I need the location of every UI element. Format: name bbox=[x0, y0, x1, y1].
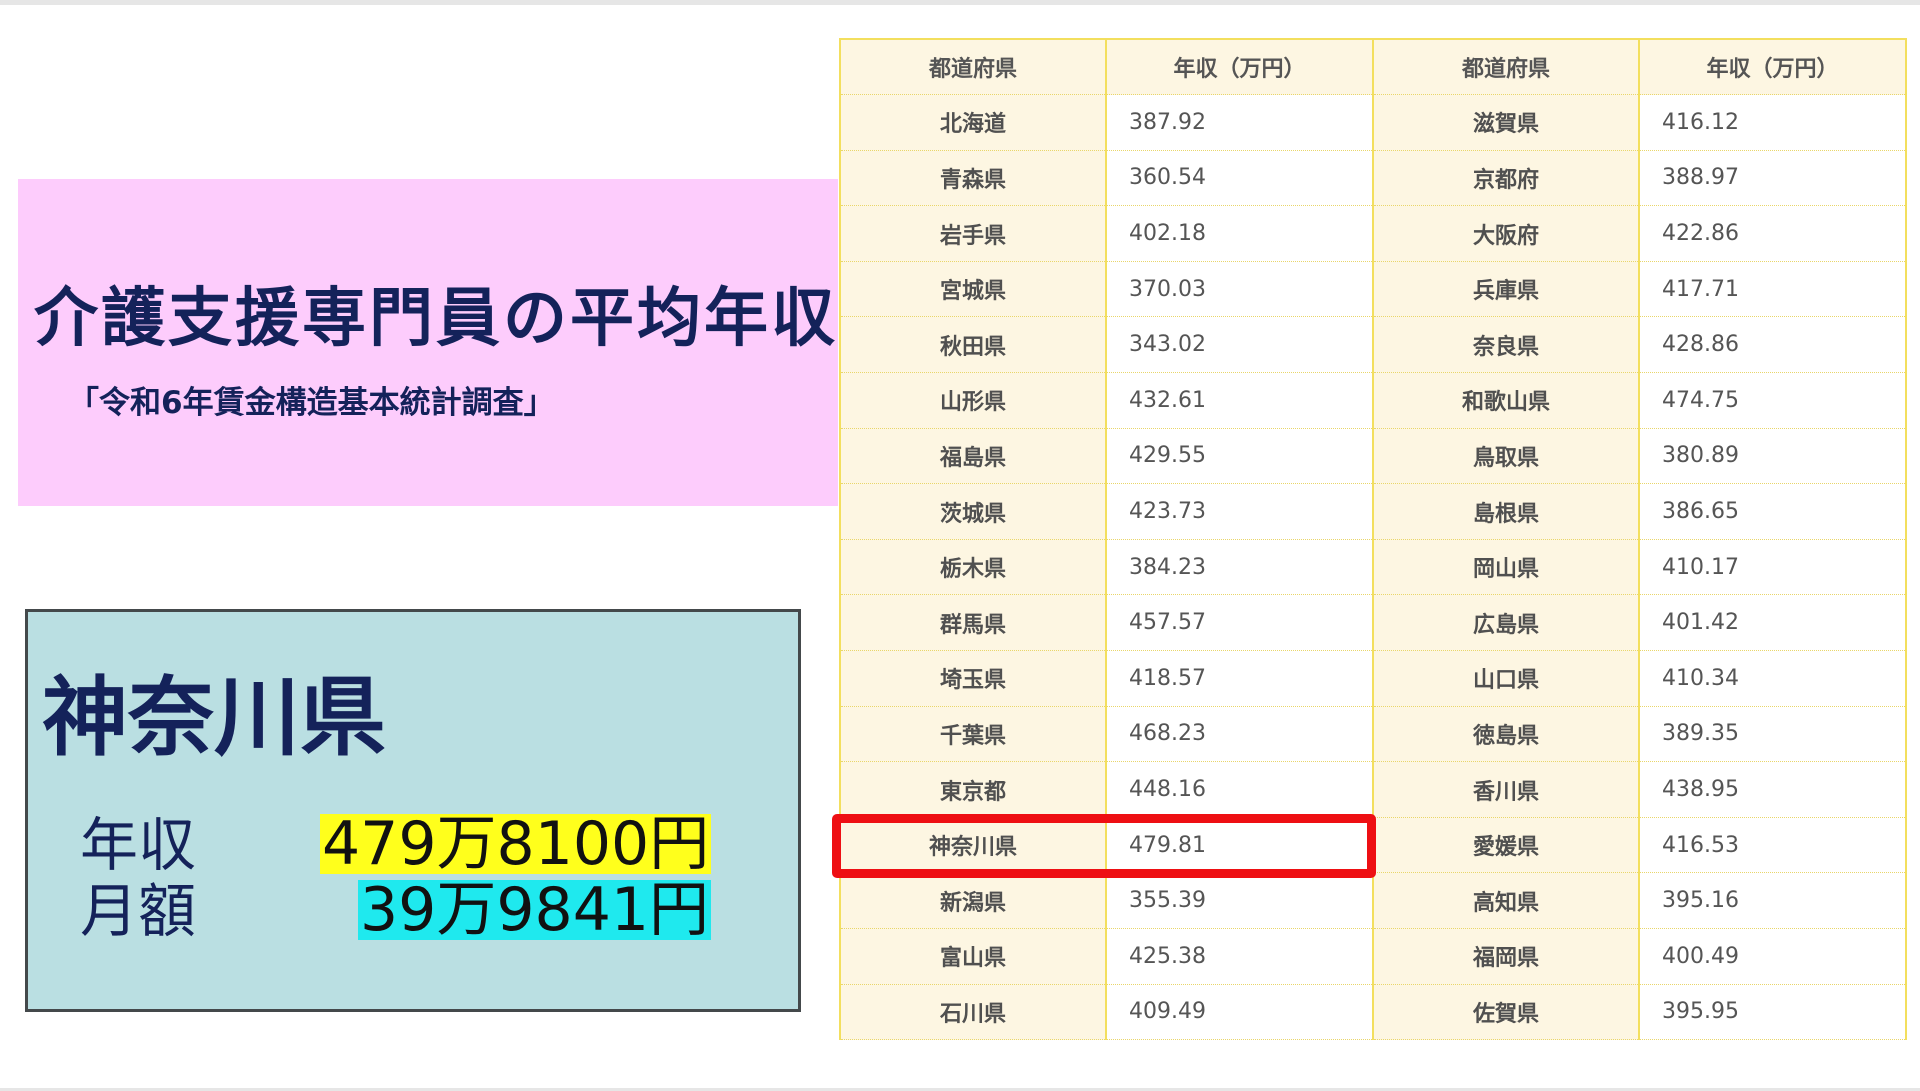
prefecture-cell: 東京都 bbox=[839, 761, 1107, 818]
table-row: 岩手県 402.18 大阪府 422.86 bbox=[839, 205, 1907, 262]
income-cell: 448.16 bbox=[1105, 761, 1374, 818]
income-cell: 400.49 bbox=[1638, 928, 1907, 985]
prefecture-cell: 奈良県 bbox=[1372, 316, 1640, 374]
income-cell: 438.95 bbox=[1638, 761, 1907, 818]
prefecture-cell: 島根県 bbox=[1372, 483, 1640, 540]
prefecture-cell: 栃木県 bbox=[839, 538, 1107, 596]
prefecture-income-table: 都道府県 年収（万円） 都道府県 年収（万円） 北海道 387.92 滋賀県 416.… bbox=[839, 38, 1907, 1040]
income-cell: 380.89 bbox=[1638, 427, 1907, 485]
table-row: 福島県 429.55 鳥取県 380.89 bbox=[839, 427, 1907, 485]
income-cell: 395.16 bbox=[1638, 872, 1907, 929]
income-cell: 416.53 bbox=[1638, 816, 1907, 874]
table-row: 栃木県 384.23 岡山県 410.17 bbox=[839, 538, 1907, 596]
table-row: 青森県 360.54 京都府 388.97 bbox=[839, 149, 1907, 207]
income-cell: 360.54 bbox=[1105, 149, 1374, 207]
prefecture-cell: 青森県 bbox=[839, 149, 1107, 207]
table-body: 北海道 387.92 滋賀県 416.12 青森県 360.54 京都府 388.97 岩手県 4… bbox=[839, 94, 1907, 1040]
prefecture-cell: 新潟県 bbox=[839, 872, 1107, 929]
header-income-right: 年収（万円） bbox=[1638, 38, 1907, 96]
income-cell: 343.02 bbox=[1105, 316, 1374, 374]
prefecture-cell: 兵庫県 bbox=[1372, 260, 1640, 318]
prefecture-cell: 岡山県 bbox=[1372, 538, 1640, 596]
income-cell: 468.23 bbox=[1105, 705, 1374, 763]
header-income-left: 年収（万円） bbox=[1105, 38, 1374, 96]
income-cell: 416.12 bbox=[1638, 94, 1907, 151]
income-cell: 429.55 bbox=[1105, 427, 1374, 485]
prefecture-cell: 山形県 bbox=[839, 372, 1107, 429]
prefecture-cell: 鳥取県 bbox=[1372, 427, 1640, 485]
income-cell: 395.95 bbox=[1638, 983, 1907, 1040]
income-cell: 410.34 bbox=[1638, 650, 1907, 707]
header-prefecture-right: 都道府県 bbox=[1372, 38, 1640, 96]
prefecture-cell: 福岡県 bbox=[1372, 928, 1640, 985]
income-cell: 389.35 bbox=[1638, 705, 1907, 763]
prefecture-cell: 宮城県 bbox=[839, 260, 1107, 318]
table-viewport: 都道府県 年収（万円） 都道府県 年収（万円） 北海道 387.92 滋賀県 416.… bbox=[0, 0, 1920, 1040]
income-cell: 402.18 bbox=[1105, 205, 1374, 262]
prefecture-cell: 茨城県 bbox=[839, 483, 1107, 540]
income-cell: 417.71 bbox=[1638, 260, 1907, 318]
income-cell: 355.39 bbox=[1105, 872, 1374, 929]
prefecture-cell: 福島県 bbox=[839, 427, 1107, 485]
prefecture-cell: 大阪府 bbox=[1372, 205, 1640, 262]
prefecture-cell: 香川県 bbox=[1372, 761, 1640, 818]
income-cell: 409.49 bbox=[1105, 983, 1374, 1040]
table-row: 群馬県 457.57 広島県 401.42 bbox=[839, 594, 1907, 652]
prefecture-cell: 徳島県 bbox=[1372, 705, 1640, 763]
prefecture-cell: 秋田県 bbox=[839, 316, 1107, 374]
prefecture-cell: 愛媛県 bbox=[1372, 816, 1640, 874]
prefecture-cell: 岩手県 bbox=[839, 205, 1107, 262]
prefecture-cell: 高知県 bbox=[1372, 872, 1640, 929]
income-cell: 425.38 bbox=[1105, 928, 1374, 985]
kanagawa-highlight-box bbox=[832, 814, 1376, 878]
prefecture-cell: 広島県 bbox=[1372, 594, 1640, 652]
header-prefecture-left: 都道府県 bbox=[839, 38, 1107, 96]
table-row: 東京都 448.16 香川県 438.95 bbox=[839, 761, 1907, 818]
income-cell: 384.23 bbox=[1105, 538, 1374, 596]
table-row: 北海道 387.92 滋賀県 416.12 bbox=[839, 94, 1907, 151]
prefecture-cell: 山口県 bbox=[1372, 650, 1640, 707]
prefecture-cell: 滋賀県 bbox=[1372, 94, 1640, 151]
table-row: 富山県 425.38 福岡県 400.49 bbox=[839, 928, 1907, 985]
prefecture-cell: 北海道 bbox=[839, 94, 1107, 151]
income-cell: 386.65 bbox=[1638, 483, 1907, 540]
income-cell: 474.75 bbox=[1638, 372, 1907, 429]
table-header-row: 都道府県 年収（万円） 都道府県 年収（万円） bbox=[839, 38, 1907, 96]
prefecture-cell: 富山県 bbox=[839, 928, 1107, 985]
table-row: 茨城県 423.73 島根県 386.65 bbox=[839, 483, 1907, 540]
income-cell: 423.73 bbox=[1105, 483, 1374, 540]
income-cell: 370.03 bbox=[1105, 260, 1374, 318]
prefecture-cell: 千葉県 bbox=[839, 705, 1107, 763]
prefecture-cell: 石川県 bbox=[839, 983, 1107, 1040]
prefecture-cell: 埼玉県 bbox=[839, 650, 1107, 707]
income-cell: 418.57 bbox=[1105, 650, 1374, 707]
income-cell: 401.42 bbox=[1638, 594, 1907, 652]
table-row: 新潟県 355.39 高知県 395.16 bbox=[839, 872, 1907, 929]
prefecture-cell: 和歌山県 bbox=[1372, 372, 1640, 429]
table-row: 埼玉県 418.57 山口県 410.34 bbox=[839, 650, 1907, 707]
table-row: 宮城県 370.03 兵庫県 417.71 bbox=[839, 260, 1907, 318]
prefecture-cell: 佐賀県 bbox=[1372, 983, 1640, 1040]
table-row: 秋田県 343.02 奈良県 428.86 bbox=[839, 316, 1907, 374]
income-cell: 422.86 bbox=[1638, 205, 1907, 262]
income-cell: 388.97 bbox=[1638, 149, 1907, 207]
prefecture-cell: 京都府 bbox=[1372, 149, 1640, 207]
table-row: 石川県 409.49 佐賀県 395.95 bbox=[839, 983, 1907, 1040]
income-cell: 457.57 bbox=[1105, 594, 1374, 652]
prefecture-cell: 群馬県 bbox=[839, 594, 1107, 652]
table-row: 山形県 432.61 和歌山県 474.75 bbox=[839, 372, 1907, 429]
income-cell: 432.61 bbox=[1105, 372, 1374, 429]
table-row: 千葉県 468.23 徳島県 389.35 bbox=[839, 705, 1907, 763]
income-cell: 387.92 bbox=[1105, 94, 1374, 151]
income-cell: 428.86 bbox=[1638, 316, 1907, 374]
income-cell: 410.17 bbox=[1638, 538, 1907, 596]
